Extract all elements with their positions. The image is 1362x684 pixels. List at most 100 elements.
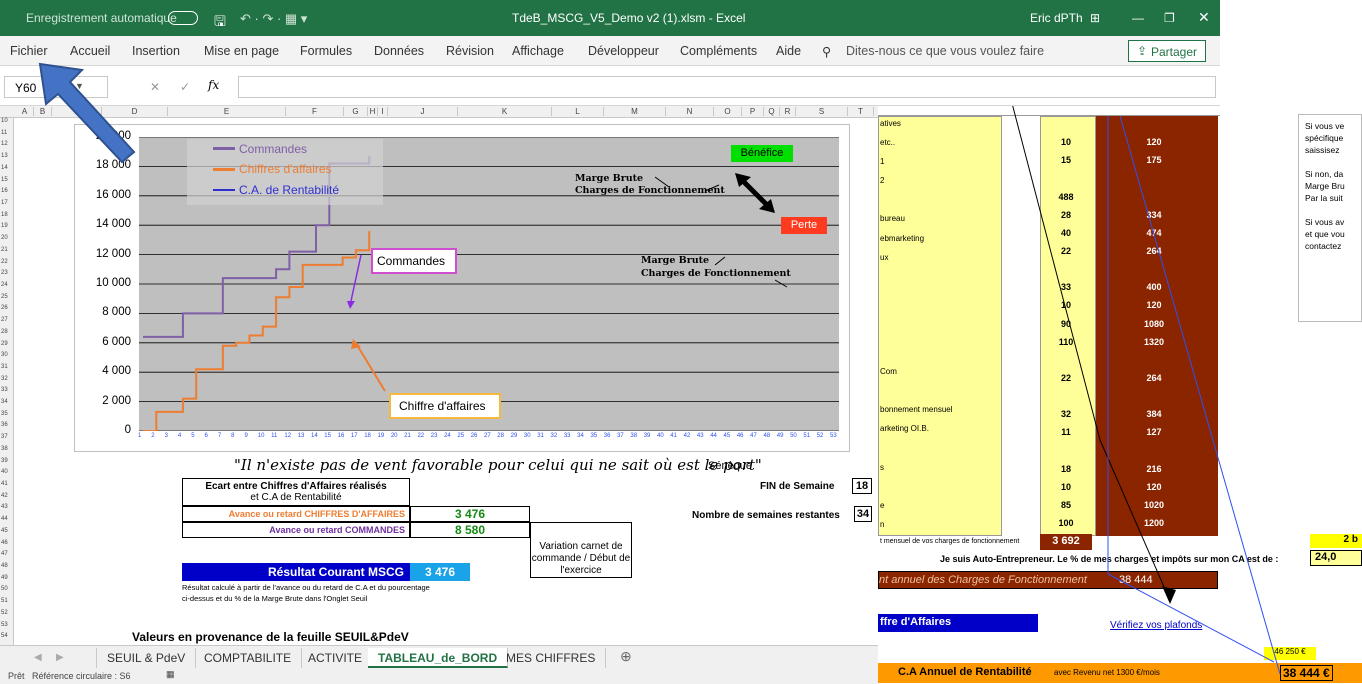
row-header[interactable]: 16 [1,188,8,194]
tell-me-input[interactable]: Dites-nous ce que vous voulez faire [846,44,1044,58]
column-header[interactable]: P [742,107,764,116]
dashboard-chart[interactable]: 1 2 3 4 5 6 7 8 9 10 11 12 13 14 15 16 17 18 19 20 21 22 23 24 2… [74,124,850,452]
column-header[interactable]: F [286,107,344,116]
avance-ca-value[interactable]: 3 476 [410,506,530,522]
column-header[interactable]: M [604,107,666,116]
arrow-line [350,254,362,302]
menu-affichage[interactable]: Affichage [512,44,564,58]
ribbon-display-icon[interactable]: ⊞ [1090,11,1100,25]
row-header[interactable]: 45 [1,528,8,534]
row-header[interactable]: 38 [1,446,8,452]
row-header[interactable]: 31 [1,364,8,370]
tab-comptabilite[interactable]: COMPTABILITE [194,648,303,668]
column-header[interactable]: K [458,107,552,116]
row-header[interactable]: 33 [1,387,8,393]
column-header[interactable]: L [552,107,604,116]
enter-icon[interactable]: ✓ [180,80,190,94]
row-header[interactable]: 30 [1,352,8,358]
tab-seuil[interactable]: SEUIL & PdeV [96,648,197,668]
menu-developpeur[interactable]: Développeur [588,44,659,58]
row-header[interactable]: 34 [1,399,8,405]
tab-prev-icon[interactable]: ◀ [34,652,42,663]
add-sheet-icon[interactable]: ⊕ [620,648,632,665]
row-header[interactable]: 23 [1,270,8,276]
row-header[interactable]: 36 [1,422,8,428]
user-name[interactable]: Eric dPTh [1030,11,1083,25]
fin-semaine-value[interactable]: 18 [852,478,872,494]
autosave-toggle[interactable] [168,11,198,25]
menu-aide[interactable]: Aide [776,44,801,58]
column-header[interactable]: J [388,107,458,116]
close-icon[interactable]: ✕ [1198,9,1210,26]
row-header[interactable]: 17 [1,200,8,206]
column-header[interactable]: H [368,107,378,116]
row-header[interactable]: 39 [1,458,8,464]
macro-record-icon[interactable]: ▦ [166,669,175,680]
row-header[interactable]: 27 [1,317,8,323]
menu-revision[interactable]: Révision [446,44,494,58]
function-icon[interactable]: fx [208,78,219,92]
row-header[interactable]: 43 [1,504,8,510]
row-header[interactable]: 21 [1,247,8,253]
row-header[interactable]: 12 [1,141,8,147]
row-header[interactable]: 32 [1,376,8,382]
row-header[interactable]: 11 [1,130,7,136]
row-header[interactable]: 46 [1,540,8,546]
minimize-icon[interactable]: — [1132,11,1144,25]
row-header[interactable]: 50 [1,586,8,592]
row-header[interactable]: 24 [1,282,8,288]
column-header[interactable]: E [168,107,286,116]
tab-next-icon[interactable]: ▶ [56,652,64,663]
tab-tableau-de-bord[interactable]: TABLEAU_de_BORD [368,648,509,668]
avance-cmd-value[interactable]: 8 580 [410,522,530,538]
formula-input[interactable] [238,76,1216,98]
row-header[interactable]: 37 [1,434,8,440]
save-icon[interactable]: 🖫 [214,11,226,35]
row-header[interactable]: 54 [1,633,8,639]
share-button[interactable]: ⇪ Partager [1128,40,1206,62]
row-header[interactable]: 19 [1,223,8,229]
row-header[interactable]: 41 [1,481,8,487]
row-header[interactable]: 20 [1,235,8,241]
menu-donnees[interactable]: Données [374,44,424,58]
row-header[interactable]: 35 [1,411,8,417]
menu-complements[interactable]: Compléments [680,44,757,58]
column-header[interactable]: G [344,107,368,116]
row-header[interactable]: 40 [1,469,8,475]
resultat-label: Résultat Courant MSCG [182,563,410,581]
row-header[interactable]: 28 [1,329,8,335]
maximize-icon[interactable]: ❐ [1164,11,1175,25]
menu-formules[interactable]: Formules [300,44,352,58]
menu-mise-en-page[interactable]: Mise en page [204,44,279,58]
column-header[interactable]: S [796,107,848,116]
row-header[interactable]: 52 [1,610,8,616]
row-header[interactable]: 13 [1,153,8,159]
row-header[interactable]: 25 [1,294,8,300]
row-header[interactable]: 10 [1,118,8,124]
row-header[interactable]: 44 [1,516,8,522]
row-header[interactable]: 15 [1,177,8,183]
row-header[interactable]: 29 [1,341,8,347]
column-header[interactable]: O [714,107,742,116]
column-header[interactable]: T [848,107,874,116]
undo-icon[interactable]: ↶ · ↷ · ▦ ▾ [240,11,307,27]
tab-activite[interactable]: ACTIVITE [298,648,374,668]
cancel-icon[interactable]: ✕ [150,80,160,94]
row-header[interactable]: 26 [1,305,8,311]
row-header[interactable]: 42 [1,493,8,499]
tab-mes-chiffres[interactable]: MES CHIFFRES [496,648,607,668]
column-header[interactable]: I [378,107,388,116]
row-header[interactable]: 18 [1,212,8,218]
row-header[interactable]: 53 [1,622,8,628]
row-header[interactable]: 49 [1,575,8,581]
resultat-value[interactable]: 3 476 [410,563,470,581]
row-header[interactable]: 14 [1,165,8,171]
semaines-value[interactable]: 34 [854,506,872,522]
row-header[interactable]: 48 [1,563,8,569]
row-header[interactable]: 22 [1,259,8,265]
column-header[interactable]: R [780,107,796,116]
row-header[interactable]: 51 [1,598,8,604]
row-header[interactable]: 47 [1,551,8,557]
column-header[interactable]: Q [764,107,780,116]
column-header[interactable]: N [666,107,714,116]
